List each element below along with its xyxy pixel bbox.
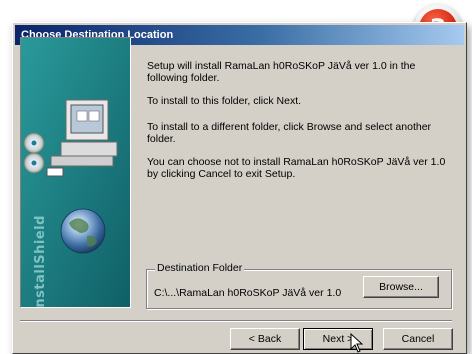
button-separator (20, 320, 452, 322)
destination-path: C:\...\RamaLan h0RoSKoP JäVå ver 1.0 (154, 287, 342, 299)
cancel-button[interactable]: Cancel (383, 328, 453, 350)
destination-folder-label: Destination Folder (155, 262, 245, 274)
browse-button[interactable]: Browse... (363, 276, 439, 298)
intro-text: Setup will install RamaLan h0RoSKoP JäVå… (147, 60, 416, 84)
mouse-cursor-icon (350, 333, 364, 353)
browse-instruction: To install to a different folder, click … (147, 121, 432, 145)
installshield-banner: InstallShield (20, 37, 131, 308)
next-instruction: To install to this folder, click Next. (147, 95, 302, 107)
globe-icon (60, 208, 106, 254)
cancel-instruction: You can choose not to install RamaLan h0… (147, 156, 446, 180)
back-button[interactable]: < Back (230, 328, 300, 350)
installshield-vertical-text: InstallShield (33, 215, 48, 308)
